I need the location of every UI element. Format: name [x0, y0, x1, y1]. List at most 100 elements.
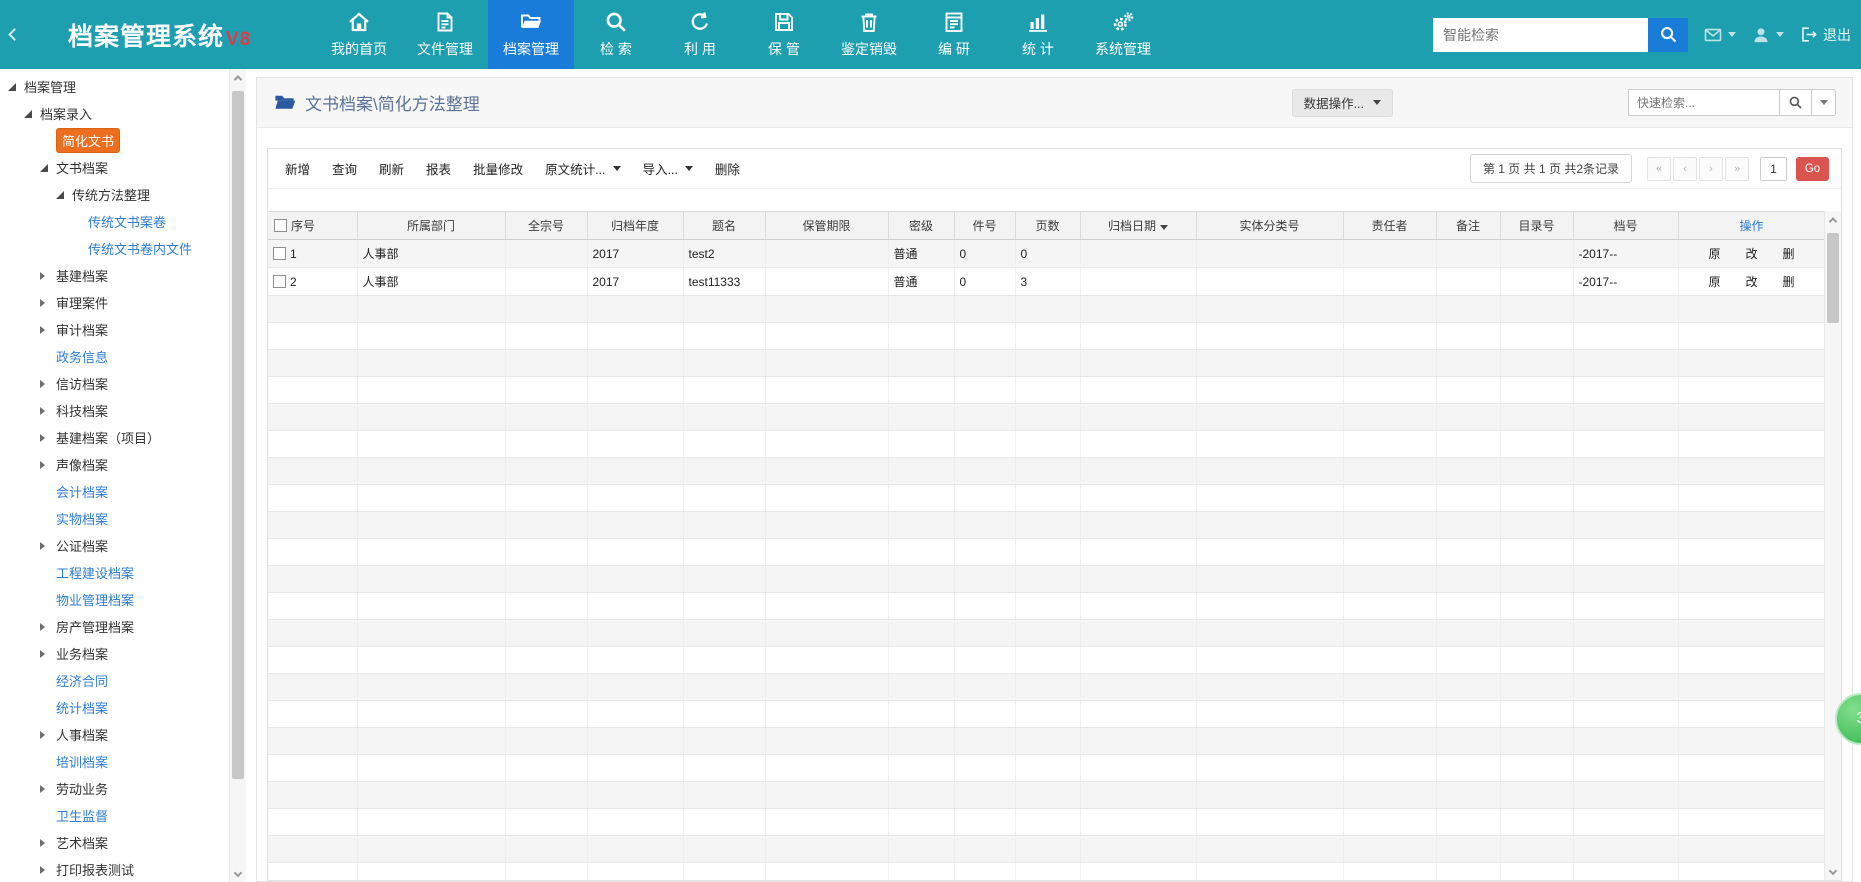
- column-header[interactable]: 全宗号: [505, 211, 588, 240]
- sidebar-item-selected[interactable]: 简化文书: [0, 127, 246, 154]
- column-header[interactable]: 保管期限: [765, 211, 889, 240]
- expand-closed-icon[interactable]: [40, 325, 56, 334]
- column-header[interactable]: 操作: [1678, 211, 1826, 240]
- scroll-up-icon[interactable]: [230, 69, 246, 87]
- user-menu[interactable]: [1751, 25, 1784, 45]
- expand-open-icon[interactable]: [24, 109, 40, 118]
- quick-search-options-button[interactable]: [1812, 89, 1836, 116]
- row-checkbox[interactable]: [273, 274, 286, 288]
- refresh-button[interactable]: 刷新: [368, 153, 415, 184]
- nav-archive-mgmt[interactable]: 档案管理: [488, 0, 574, 69]
- sidebar-item[interactable]: 艺术档案: [0, 829, 246, 856]
- nav-file-mgmt[interactable]: 文件管理: [402, 0, 488, 69]
- collapse-sidebar-chevron-icon[interactable]: [0, 0, 28, 69]
- expand-closed-icon[interactable]: [40, 433, 56, 442]
- expand-closed-icon[interactable]: [40, 460, 56, 469]
- column-header[interactable]: 档号: [1573, 211, 1679, 240]
- delete-link[interactable]: 删: [1782, 273, 1794, 290]
- column-header[interactable]: 归档日期: [1080, 211, 1197, 240]
- column-header[interactable]: 目录号: [1500, 211, 1574, 240]
- go-button[interactable]: Go: [1796, 156, 1829, 181]
- sidebar-item[interactable]: 卫生监督: [0, 802, 246, 829]
- first-page-button[interactable]: «: [1647, 156, 1671, 181]
- messages-menu[interactable]: [1703, 25, 1736, 45]
- edit-link[interactable]: 改: [1745, 245, 1757, 262]
- select-all-checkbox[interactable]: [274, 219, 287, 232]
- row-checkbox[interactable]: [273, 246, 286, 260]
- expand-open-icon[interactable]: [40, 163, 56, 172]
- expand-closed-icon[interactable]: [40, 838, 56, 847]
- sidebar-item[interactable]: 传统文书案卷: [0, 208, 246, 235]
- sidebar-item[interactable]: 统计档案: [0, 694, 246, 721]
- delete-button[interactable]: 删除: [704, 153, 751, 184]
- sidebar-item[interactable]: 业务档案: [0, 640, 246, 667]
- column-header[interactable]: 归档年度: [587, 211, 684, 240]
- sidebar-item[interactable]: 实物档案: [0, 505, 246, 532]
- nav-system-mgmt[interactable]: 系统管理: [1080, 0, 1166, 69]
- last-page-button[interactable]: »: [1725, 156, 1749, 181]
- next-page-button[interactable]: ›: [1699, 156, 1723, 181]
- expand-closed-icon[interactable]: [40, 730, 56, 739]
- sidebar-item[interactable]: 传统文书卷内文件: [0, 235, 246, 262]
- grid-scrollbar-thumb[interactable]: [1827, 233, 1839, 323]
- sidebar-item[interactable]: 基建档案（项目）: [0, 424, 246, 451]
- nav-appraisal[interactable]: 鉴定销毁: [826, 0, 912, 69]
- column-header[interactable]: 件号: [954, 211, 1016, 240]
- expand-open-icon[interactable]: [56, 190, 72, 199]
- sidebar-item[interactable]: 物业管理档案: [0, 586, 246, 613]
- sidebar-item[interactable]: 房产管理档案: [0, 613, 246, 640]
- sidebar-item[interactable]: 科技档案: [0, 397, 246, 424]
- original-doc-link[interactable]: 原: [1708, 245, 1720, 262]
- quick-search-input[interactable]: [1628, 89, 1780, 116]
- sidebar-item[interactable]: 声像档案: [0, 451, 246, 478]
- nav-compilation[interactable]: 编 研: [912, 0, 996, 69]
- sidebar-item[interactable]: 工程建设档案: [0, 559, 246, 586]
- expand-closed-icon[interactable]: [40, 865, 56, 874]
- logout-button[interactable]: 退出: [1799, 25, 1851, 45]
- sidebar-item[interactable]: 打印报表测试: [0, 856, 246, 882]
- column-header[interactable]: 题名: [683, 211, 766, 240]
- column-header[interactable]: 页数: [1015, 211, 1081, 240]
- expand-closed-icon[interactable]: [40, 541, 56, 550]
- sidebar-scrollbar-thumb[interactable]: [232, 91, 244, 779]
- smart-search-input[interactable]: [1433, 17, 1648, 52]
- sidebar-item[interactable]: 审计档案: [0, 316, 246, 343]
- smart-search-button[interactable]: [1648, 17, 1688, 52]
- sidebar-item[interactable]: 会计档案: [0, 478, 246, 505]
- nav-search[interactable]: 检 索: [574, 0, 658, 69]
- original-doc-link[interactable]: 原: [1708, 273, 1720, 290]
- delete-link[interactable]: 删: [1782, 245, 1794, 262]
- scroll-down-icon[interactable]: [230, 864, 246, 882]
- sidebar-item[interactable]: 人事档案: [0, 721, 246, 748]
- sidebar-item[interactable]: 劳动业务: [0, 775, 246, 802]
- batch-edit-button[interactable]: 批量修改: [462, 153, 534, 184]
- data-operations-dropdown[interactable]: 数据操作...: [1291, 88, 1393, 117]
- expand-closed-icon[interactable]: [40, 406, 56, 415]
- expand-closed-icon[interactable]: [40, 379, 56, 388]
- column-header[interactable]: 密级: [888, 211, 955, 240]
- sidebar-item[interactable]: 审理案件: [0, 289, 246, 316]
- scroll-down-icon[interactable]: [1825, 862, 1841, 880]
- scroll-up-icon[interactable]: [1825, 211, 1841, 229]
- column-header[interactable]: 责任者: [1343, 211, 1437, 240]
- nav-custody[interactable]: 保 管: [742, 0, 826, 69]
- edit-link[interactable]: 改: [1745, 273, 1757, 290]
- import-button[interactable]: 导入...: [632, 153, 704, 184]
- sidebar-item[interactable]: 公证档案: [0, 532, 246, 559]
- sidebar-item[interactable]: 档案录入: [0, 100, 246, 127]
- prev-page-button[interactable]: ‹: [1673, 156, 1697, 181]
- expand-closed-icon[interactable]: [40, 649, 56, 658]
- sidebar-item[interactable]: 基建档案: [0, 262, 246, 289]
- original-stats-button[interactable]: 原文统计...: [534, 153, 631, 184]
- expand-closed-icon[interactable]: [40, 622, 56, 631]
- quick-search-button[interactable]: [1780, 89, 1812, 116]
- column-header[interactable]: 所属部门: [357, 211, 506, 240]
- query-button[interactable]: 查询: [321, 153, 368, 184]
- sidebar-item[interactable]: 传统方法整理: [0, 181, 246, 208]
- expand-open-icon[interactable]: [8, 82, 24, 91]
- nav-utilize[interactable]: 利 用: [658, 0, 742, 69]
- sidebar-item[interactable]: 档案管理: [0, 73, 246, 100]
- sidebar-item[interactable]: 政务信息: [0, 343, 246, 370]
- sidebar-item[interactable]: 培训档案: [0, 748, 246, 775]
- sidebar-item[interactable]: 经济合同: [0, 667, 246, 694]
